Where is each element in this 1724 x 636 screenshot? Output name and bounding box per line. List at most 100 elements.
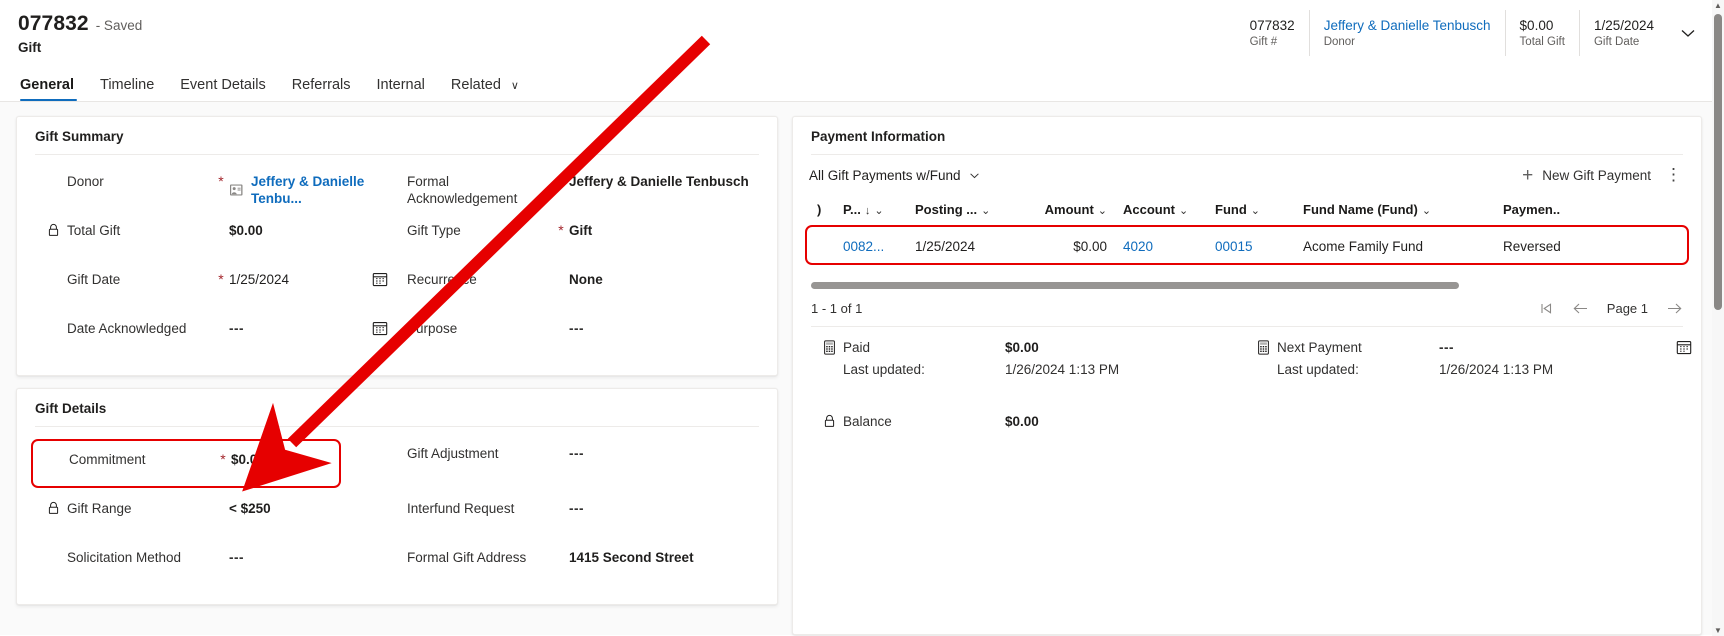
column-header-payment[interactable]: P... ↓ ⌄ xyxy=(835,195,907,227)
row-cell-account[interactable]: 4020 xyxy=(1115,227,1207,267)
field-next-payment: Next Payment --- xyxy=(1257,331,1701,359)
column-header-account[interactable]: Account ⌄ xyxy=(1115,195,1207,227)
field-value-interfund-request[interactable]: --- xyxy=(569,500,777,517)
first-page-icon[interactable] xyxy=(1539,301,1554,316)
field-value-gift-type[interactable]: Gift xyxy=(569,222,777,239)
field-label-date-acknowledged: Date Acknowledged xyxy=(67,321,187,336)
more-vertical-icon[interactable]: ⋮ xyxy=(1661,165,1687,185)
column-header-posting-date[interactable]: Posting ... ⌄ xyxy=(907,195,1019,227)
record-number: 077832 xyxy=(18,12,89,35)
field-value-next-payment-last-updated: 1/26/2024 1:13 PM xyxy=(1439,362,1554,377)
field-value-solicitation-method[interactable]: --- xyxy=(229,549,397,566)
calendar-icon[interactable] xyxy=(363,271,397,287)
header-value-gift-number: 077832 xyxy=(1249,18,1295,33)
column-header-select[interactable]: ) xyxy=(809,195,835,227)
column-header-account-label: Account xyxy=(1123,202,1175,217)
field-label-formal-acknowledgement: Formal Acknowledgement xyxy=(407,174,518,206)
tab-referrals[interactable]: Referrals xyxy=(279,77,364,101)
field-label-purpose: Purpose xyxy=(407,321,458,336)
field-label-interfund-request: Interfund Request xyxy=(407,501,515,516)
field-value-commitment[interactable]: $0.00 xyxy=(231,451,339,468)
field-value-paid-last-updated: 1/26/2024 1:13 PM xyxy=(1005,362,1120,377)
page-scrollbar-thumb[interactable] xyxy=(1714,14,1722,310)
field-value-gift-adjustment[interactable]: --- xyxy=(569,445,777,462)
column-header-payment-label: P... xyxy=(843,202,861,217)
row-select-cell[interactable] xyxy=(809,227,835,267)
field-value-gift-range: < $250 xyxy=(229,501,271,516)
field-label-next-payment-last-updated: Last updated: xyxy=(1277,362,1359,377)
row-cell-payment-status: Reversed xyxy=(1503,239,1561,254)
field-value-donor[interactable]: Jeffery & Danielle Tenbu... xyxy=(229,173,397,207)
left-column: Gift Summary Donor * Jeffery & Danielle … xyxy=(16,116,778,635)
tab-event-details[interactable]: Event Details xyxy=(167,77,278,101)
row-cell-amount: $0.00 xyxy=(1073,239,1107,254)
tab-internal[interactable]: Internal xyxy=(364,77,438,101)
field-label-paid: Paid xyxy=(843,340,871,355)
field-value-formal-gift-address[interactable]: 1415 Second Street xyxy=(569,549,777,566)
field-value-purpose[interactable]: --- xyxy=(569,320,777,337)
tab-referrals-label: Referrals xyxy=(291,77,351,93)
tab-general[interactable]: General xyxy=(18,77,87,101)
tab-timeline[interactable]: Timeline xyxy=(87,77,167,101)
field-icon-placeholder xyxy=(47,173,67,174)
lock-icon xyxy=(823,413,843,428)
page-scrollbar[interactable]: ▲ ▼ xyxy=(1712,0,1724,636)
next-page-icon[interactable] xyxy=(1666,301,1683,316)
scroll-down-icon[interactable]: ▼ xyxy=(1713,626,1723,635)
view-selector-label: All Gift Payments w/Fund xyxy=(809,167,961,183)
horizontal-scrollbar[interactable] xyxy=(793,266,1701,289)
field-donor[interactable]: Donor * Jeffery & Danielle Tenbu... xyxy=(47,165,397,214)
payment-grid-toolbar: All Gift Payments w/Fund + New Gift Paym… xyxy=(793,155,1701,195)
column-header-fund[interactable]: Fund ⌄ xyxy=(1207,195,1295,227)
field-date-acknowledged[interactable]: Date Acknowledged --- xyxy=(47,312,397,361)
field-label-paid-last-updated: Last updated: xyxy=(843,362,925,377)
pager-controls: Page 1 xyxy=(1539,301,1683,316)
row-cell-fund[interactable]: 00015 xyxy=(1207,227,1295,267)
field-value-formal-acknowledgement[interactable]: Jeffery & Danielle Tenbusch xyxy=(569,173,777,190)
header-value-total-gift: $0.00 xyxy=(1519,18,1554,33)
column-header-payment-status[interactable]: Paymen.. xyxy=(1495,195,1685,227)
previous-page-icon[interactable] xyxy=(1572,301,1589,316)
payment-summary-left: Paid $0.00 Last updated: 1/26/2024 1:13 … xyxy=(793,331,1247,433)
view-selector[interactable]: All Gift Payments w/Fund xyxy=(809,168,981,183)
row-cell-payment[interactable]: 0082... xyxy=(835,227,907,267)
field-icon-placeholder xyxy=(47,549,67,550)
tab-timeline-label: Timeline xyxy=(100,77,155,93)
field-label-donor: Donor xyxy=(67,174,104,189)
field-gift-date[interactable]: Gift Date * 1/25/2024 xyxy=(47,263,397,312)
chevron-down-icon[interactable] xyxy=(1668,10,1708,56)
field-total-gift: Total Gift $0.00 xyxy=(47,214,397,263)
column-header-amount[interactable]: Amount ⌄ xyxy=(1019,195,1115,227)
field-label-formal-gift-address: Formal Gift Address xyxy=(407,550,527,565)
field-commitment[interactable]: Commitment * $0.00 xyxy=(31,439,341,488)
horizontal-scrollbar-thumb[interactable] xyxy=(811,282,1460,289)
field-solicitation-method[interactable]: Solicitation Method --- xyxy=(47,541,397,590)
gift-summary-card: Gift Summary Donor * Jeffery & Danielle … xyxy=(16,116,778,376)
row-cell-fund-name: Acome Family Fund xyxy=(1303,239,1424,254)
header-value-donor[interactable]: Jeffery & Danielle Tenbusch xyxy=(1324,18,1491,33)
header-cell-donor[interactable]: Jeffery & Danielle Tenbusch Donor xyxy=(1308,10,1505,56)
plus-icon: + xyxy=(1522,164,1534,186)
field-next-payment-last-updated: Last updated: 1/26/2024 1:13 PM xyxy=(1257,359,1701,405)
header-cell-gift-number: 077832 Gift # xyxy=(1236,10,1309,56)
field-icon-placeholder xyxy=(33,451,69,452)
column-header-fund-name[interactable]: Fund Name (Fund) ⌄ xyxy=(1295,195,1495,227)
field-label-commitment: Commitment xyxy=(69,452,146,467)
field-purpose: Purpose --- xyxy=(407,312,777,361)
field-value-paid: $0.00 xyxy=(1005,340,1039,355)
calendar-icon[interactable] xyxy=(1667,339,1701,355)
tab-related[interactable]: Related ∨ xyxy=(438,77,532,101)
gift-details-title: Gift Details xyxy=(35,401,107,416)
calendar-icon[interactable] xyxy=(363,320,397,336)
payment-information-card: Payment Information All Gift Payments w/… xyxy=(792,116,1702,635)
field-value-recurrence[interactable]: None xyxy=(569,271,777,288)
header-value-gift-date: 1/25/2024 xyxy=(1593,18,1654,33)
new-gift-payment-button[interactable]: + New Gift Payment xyxy=(1522,166,1651,185)
scroll-up-icon[interactable]: ▲ xyxy=(1713,1,1723,10)
required-marker: * xyxy=(218,173,224,189)
field-value-gift-date[interactable]: 1/25/2024 xyxy=(229,271,363,288)
field-value-date-acknowledged[interactable]: --- xyxy=(229,320,363,337)
table-row[interactable]: 0082... 1/25/2024 $0.00 4020 00015 Acome… xyxy=(809,227,1685,267)
header-label-donor: Donor xyxy=(1323,36,1356,48)
gift-details-right-fields: Gift Adjustment --- Interfund Request --… xyxy=(397,437,777,590)
